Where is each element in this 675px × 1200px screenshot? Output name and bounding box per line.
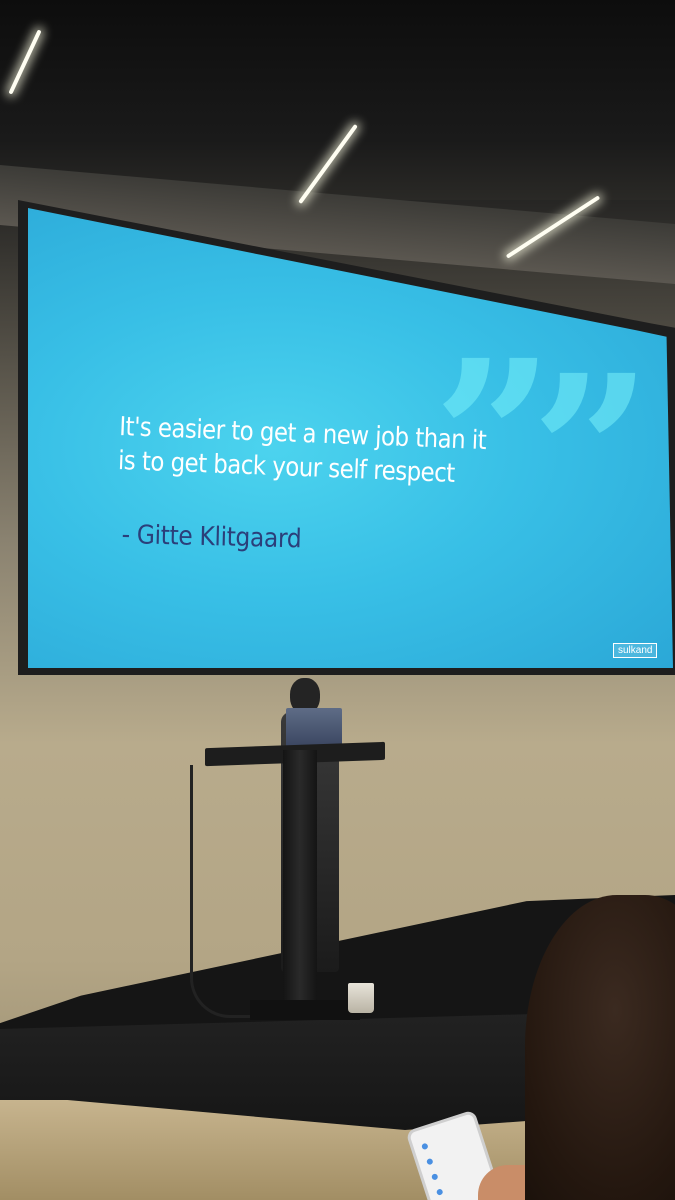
phone-app-icon xyxy=(426,1157,434,1166)
podium-cable xyxy=(190,765,253,1018)
closing-quote-mark-icon: ” xyxy=(531,329,652,576)
phone-app-icon xyxy=(421,1142,429,1151)
podium xyxy=(283,750,317,1020)
podium-base xyxy=(250,1000,360,1020)
phone-app-icon xyxy=(430,1173,439,1181)
slide-quote-author: - Gitte Klitgaard xyxy=(121,520,302,555)
ceiling xyxy=(0,0,675,200)
laptop xyxy=(286,708,342,748)
sponsor-logo: sulkand xyxy=(613,643,658,658)
conference-photo: ” ” It's easier to get a new job than it… xyxy=(0,0,675,1200)
paper-cup xyxy=(348,983,374,1013)
projection-screen: ” ” It's easier to get a new job than it… xyxy=(28,208,673,668)
slide-quote: It's easier to get a new job than it is … xyxy=(117,410,498,492)
phone-app-icon xyxy=(435,1188,444,1196)
